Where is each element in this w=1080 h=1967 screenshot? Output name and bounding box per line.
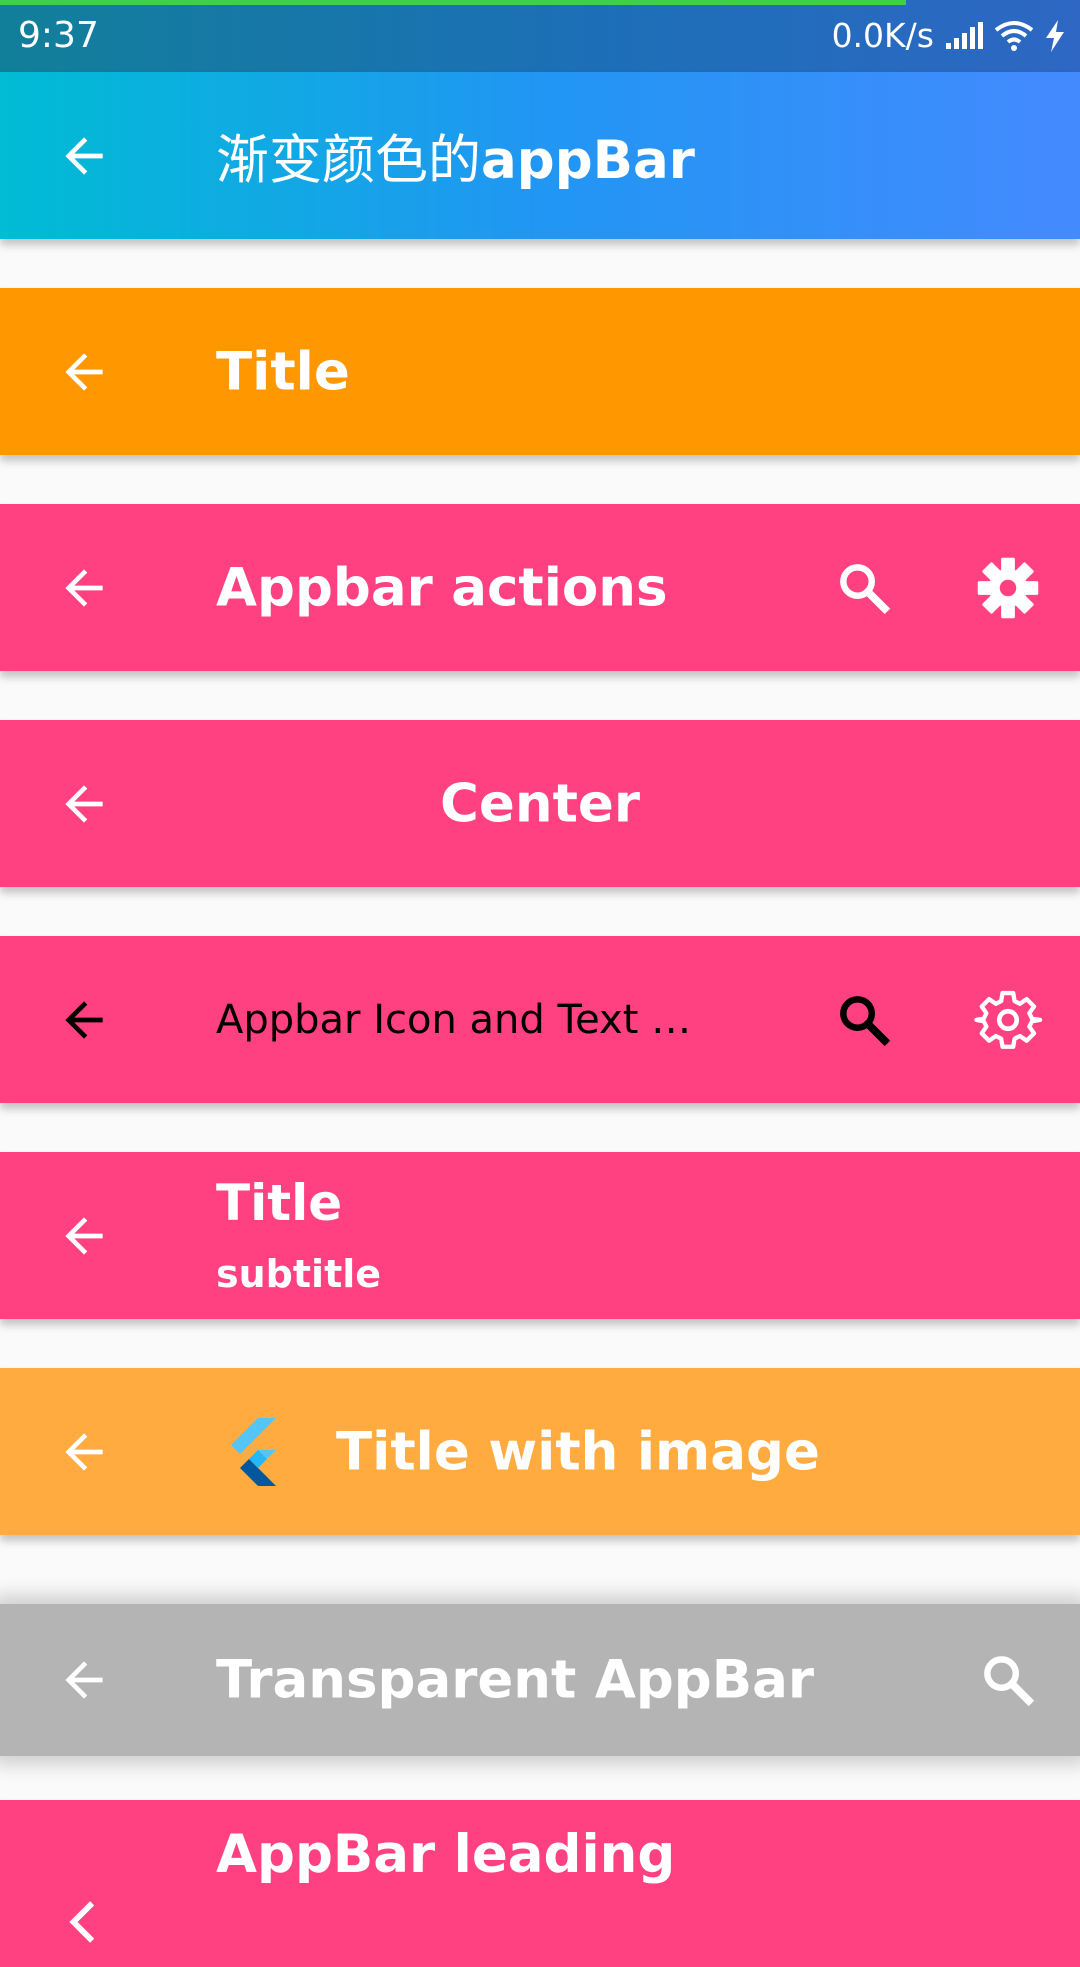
chevron-left-icon[interactable] [50,1888,118,1956]
actions-appbar: Appbar actions [0,504,1080,671]
center-appbar: Center [0,720,1080,887]
appbar-title: Appbar Icon and Text … [216,996,692,1043]
search-icon[interactable] [826,550,902,626]
title-appbar: Title [0,288,1080,455]
search-icon[interactable] [970,1642,1046,1718]
appbar-title: Center [440,773,640,834]
appbar-subtitle: subtitle [216,1252,382,1296]
settings-gear-icon[interactable] [970,550,1046,626]
back-arrow-icon[interactable] [50,338,118,406]
appbar-title: AppBar leading [216,1824,676,1885]
settings-gear-outline-icon[interactable] [970,982,1046,1058]
title-latin: appBar [481,129,695,191]
back-arrow-icon[interactable] [50,1418,118,1486]
search-icon[interactable] [826,982,902,1058]
title-cjk: 渐变颜色的 [216,129,481,191]
appbar-title: Title with image [336,1421,820,1482]
back-arrow-icon[interactable] [50,1202,118,1270]
appbar-title: 渐变颜色的appBar [216,118,695,194]
back-arrow-icon[interactable] [50,1646,118,1714]
page-load-progress [0,0,906,5]
icon-text-theme-appbar: Appbar Icon and Text … [0,936,1080,1103]
leading-appbar: AppBar leading [0,1800,1080,1967]
appbar-title: Title [216,341,350,402]
back-arrow-icon[interactable] [50,554,118,622]
network-speed: 0.0K/s [831,16,934,55]
charging-icon [1046,20,1064,52]
back-arrow-icon[interactable] [50,122,118,190]
flutter-logo-icon [231,1417,276,1486]
appbar-title: Title [216,1174,343,1232]
status-icons: 0.0K/s [832,14,1066,58]
back-arrow-icon[interactable] [50,986,118,1054]
appbar-title: Transparent AppBar [216,1649,815,1711]
wifi-icon [994,21,1034,51]
status-bar: 9:37 0.0K/s [0,0,1080,72]
gradient-appbar: 渐变颜色的appBar [0,72,1080,239]
image-title-appbar: Title with image [0,1368,1080,1535]
status-time: 9:37 [18,15,99,56]
transparent-appbar: Transparent AppBar [0,1604,1080,1756]
appbar-title: Appbar actions [216,557,668,618]
signal-icon [946,22,983,49]
subtitle-appbar: Title subtitle [0,1152,1080,1319]
